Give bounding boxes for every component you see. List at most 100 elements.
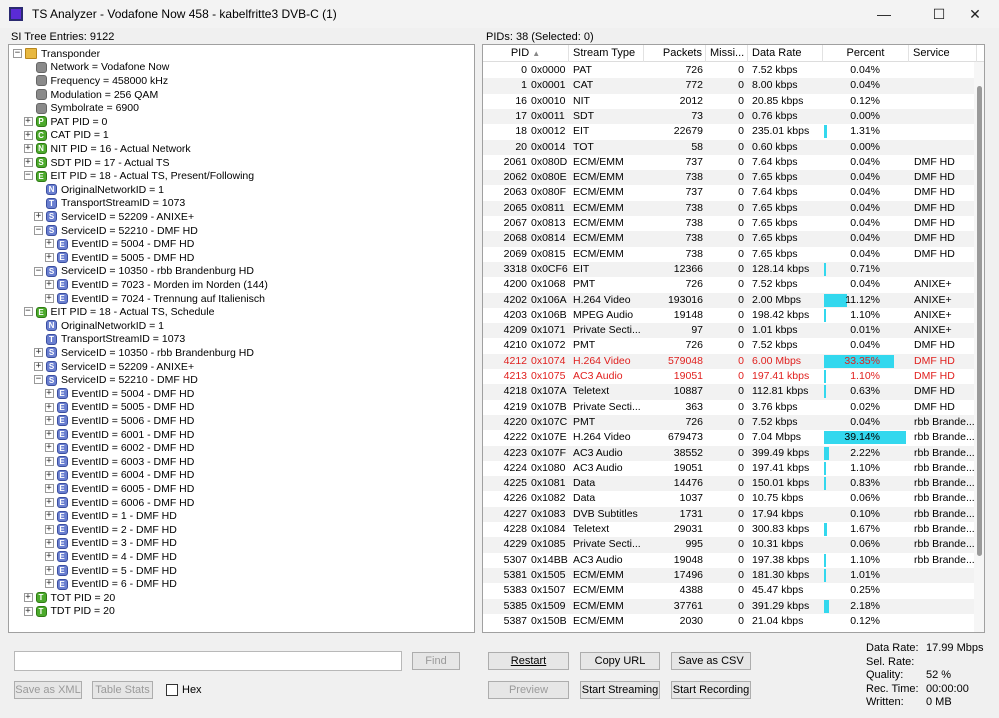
find-button[interactable]: Find xyxy=(412,652,460,670)
collapse-icon[interactable]: − xyxy=(34,225,43,235)
tree-node[interactable]: + E EventID = 1 - DMF HD xyxy=(9,509,177,523)
table-row[interactable]: 5387 0x150B ECM/EMM 2030 0 21.04 kbps 0.12% xyxy=(483,614,975,629)
tree-node[interactable]: − S ServiceID = 52210 - DMF HD xyxy=(9,373,198,387)
column-header-pid[interactable]: PID ▲ xyxy=(483,45,569,62)
hex-checkbox[interactable] xyxy=(166,684,178,696)
expand-icon[interactable]: + xyxy=(44,538,54,548)
table-row[interactable]: 4218 0x107A Teletext 10887 0 112.81 kbps 0.63%… xyxy=(483,384,975,400)
close-button[interactable]: ✕ xyxy=(952,0,998,28)
tree-node[interactable]: + C CAT PID = 1 xyxy=(9,129,109,143)
tree-node[interactable]: + E EventID = 6005 - DMF HD xyxy=(9,482,194,496)
tree-node[interactable]: + E EventID = 2 - DMF HD xyxy=(9,523,177,537)
tree-node[interactable]: + S SDT PID = 17 - Actual TS xyxy=(9,156,169,170)
minimize-button[interactable]: — xyxy=(861,0,907,28)
table-row[interactable]: 2065 0x0811 ECM/EMM 738 0 7.65 kbps 0.04% DMF H… xyxy=(483,200,975,216)
pid-table[interactable]: PID ▲ Stream Type Packets Missi... Data … xyxy=(482,44,985,633)
expand-icon[interactable]: + xyxy=(44,429,54,439)
tree-node[interactable]: Modulation = 256 QAM xyxy=(9,88,158,102)
save-as-xml-button[interactable]: Save as XML xyxy=(14,681,82,699)
search-input[interactable] xyxy=(14,651,402,671)
tree-node[interactable]: + E EventID = 7024 - Trennung auf Italieni… xyxy=(9,292,265,306)
tree-node[interactable]: + S ServiceID = 52209 - ANIXE+ xyxy=(9,210,194,224)
start-recording-button[interactable]: Start Recording xyxy=(671,681,751,699)
expand-icon[interactable]: + xyxy=(44,253,54,262)
column-header-stream-type[interactable]: Stream Type xyxy=(569,45,644,62)
tree-node[interactable]: + E EventID = 5005 - DMF HD xyxy=(9,251,194,265)
expand-icon[interactable]: + xyxy=(44,280,54,290)
table-row[interactable]: 1 0x0001 CAT 772 0 8.00 kbps 0.04% xyxy=(483,78,975,94)
table-row[interactable]: 5307 0x14BB AC3 Audio 19048 0 197.38 kbps 1.10… xyxy=(483,553,975,568)
pid-table-scrollbar[interactable] xyxy=(974,62,984,632)
table-row[interactable]: 4210 0x1072 PMT 726 0 7.52 kbps 0.04% DMF HD xyxy=(483,338,975,353)
table-row[interactable]: 4200 0x1068 PMT 726 0 7.52 kbps 0.04% ANIXE+ xyxy=(483,277,975,292)
tree-node[interactable]: − Transponder xyxy=(9,47,100,61)
table-row[interactable]: 4228 0x1084 Teletext 29031 0 300.83 kbps 1.67%… xyxy=(483,522,975,537)
expand-icon[interactable]: + xyxy=(44,389,54,398)
tree-node[interactable]: − E EIT PID = 18 - Actual TS, Present/Foll… xyxy=(9,169,254,183)
table-row[interactable]: 2069 0x0815 ECM/EMM 738 0 7.65 kbps 0.04% DMF H… xyxy=(483,247,975,262)
column-header-missing[interactable]: Missi... xyxy=(706,45,748,62)
collapse-icon[interactable]: − xyxy=(23,171,33,181)
expand-icon[interactable]: + xyxy=(23,144,33,154)
collapse-icon[interactable]: − xyxy=(13,49,22,58)
expand-icon[interactable]: + xyxy=(44,552,54,562)
column-header-data-rate[interactable]: Data Rate xyxy=(748,45,823,62)
tree-node[interactable]: T TransportStreamID = 1073 xyxy=(9,333,185,347)
expand-icon[interactable]: + xyxy=(23,157,33,167)
tree-node[interactable]: + E EventID = 5004 - DMF HD xyxy=(9,237,194,251)
si-tree[interactable]: − Transponder Network = Vodafone Now Freque… xyxy=(8,44,475,633)
tree-node[interactable]: N OriginalNetworkID = 1 xyxy=(9,319,164,333)
expand-icon[interactable]: + xyxy=(23,606,33,616)
table-row[interactable]: 4220 0x107C PMT 726 0 7.52 kbps 0.04% rbb Brand… xyxy=(483,414,975,431)
expand-icon[interactable]: + xyxy=(44,484,54,494)
table-row[interactable]: 17 0x0011 SDT 73 0 0.76 kbps 0.00% xyxy=(483,108,975,125)
table-row[interactable]: 4229 0x1085 Private Secti... 995 0 10.31 kbps… xyxy=(483,537,975,553)
table-row[interactable]: 2061 0x080D ECM/EMM 737 0 7.64 kbps 0.04% DMF H… xyxy=(483,155,975,170)
expand-icon[interactable]: + xyxy=(44,239,54,249)
table-row[interactable]: 4219 0x107B Private Secti... 363 0 3.76 kbps 0… xyxy=(483,400,975,415)
tree-node[interactable]: − S ServiceID = 52210 - DMF HD xyxy=(9,224,198,238)
expand-icon[interactable]: + xyxy=(44,579,54,589)
table-row[interactable]: 4223 0x107F AC3 Audio 38552 0 399.49 kbps 2.22… xyxy=(483,445,975,461)
tree-node[interactable]: + T TOT PID = 20 xyxy=(9,591,115,605)
tree-node[interactable]: T TransportStreamID = 1073 xyxy=(9,197,185,211)
expand-icon[interactable]: + xyxy=(44,497,54,507)
table-row[interactable]: 4222 0x107E H.264 Video 679473 0 7.04 Mbps 39.… xyxy=(483,430,975,445)
column-header-percent[interactable]: Percent xyxy=(823,45,909,62)
column-header-service[interactable]: Service xyxy=(909,45,977,62)
tree-node[interactable]: + E EventID = 6002 - DMF HD xyxy=(9,441,194,455)
table-row[interactable]: 2062 0x080E ECM/EMM 738 0 7.65 kbps 0.04% DMF H… xyxy=(483,170,975,186)
tree-node[interactable]: + S ServiceID = 52209 - ANIXE+ xyxy=(9,360,194,374)
expand-icon[interactable]: + xyxy=(23,117,33,126)
tree-node[interactable]: + S ServiceID = 10350 - rbb Brandenburg HD xyxy=(9,346,254,360)
collapse-icon[interactable]: − xyxy=(34,266,43,276)
tree-node[interactable]: + E EventID = 6003 - DMF HD xyxy=(9,455,194,469)
table-row[interactable]: 4202 0x106A H.264 Video 193016 0 2.00 Mbps 11.… xyxy=(483,292,975,308)
expand-icon[interactable]: + xyxy=(44,470,54,480)
tree-node[interactable]: + E EventID = 6004 - DMF HD xyxy=(9,469,194,483)
expand-icon[interactable]: + xyxy=(34,212,43,222)
table-row[interactable]: 5381 0x1505 ECM/EMM 17496 0 181.30 kbps 1.01% xyxy=(483,567,975,584)
tree-node[interactable]: N OriginalNetworkID = 1 xyxy=(9,183,164,197)
column-header-packets[interactable]: Packets xyxy=(644,45,706,62)
restart-button[interactable]: Restart xyxy=(488,652,569,670)
scrollbar-thumb[interactable] xyxy=(977,86,982,556)
tree-node[interactable]: + N NIT PID = 16 - Actual Network xyxy=(9,142,191,156)
expand-icon[interactable]: + xyxy=(44,457,54,466)
table-stats-button[interactable]: Table Stats xyxy=(92,681,153,699)
table-row[interactable]: 4203 0x106B MPEG Audio 19148 0 198.42 kbps 1.1… xyxy=(483,308,975,323)
table-row[interactable]: 20 0x0014 TOT 58 0 0.60 kbps 0.00% xyxy=(483,139,975,155)
table-row[interactable]: 5385 0x1509 ECM/EMM 37761 0 391.29 kbps 2.18% xyxy=(483,598,975,614)
collapse-icon[interactable]: − xyxy=(34,375,43,385)
tree-node[interactable]: + P PAT PID = 0 xyxy=(9,115,107,129)
tree-node[interactable]: + E EventID = 5005 - DMF HD xyxy=(9,401,194,415)
expand-icon[interactable]: + xyxy=(34,348,43,358)
copy-url-button[interactable]: Copy URL xyxy=(580,652,660,670)
preview-button[interactable]: Preview xyxy=(488,681,569,699)
table-row[interactable]: 2068 0x0814 ECM/EMM 738 0 7.65 kbps 0.04% DMF H… xyxy=(483,231,975,247)
table-row[interactable]: 2063 0x080F ECM/EMM 737 0 7.64 kbps 0.04% DMF H… xyxy=(483,185,975,200)
expand-icon[interactable]: + xyxy=(44,402,54,412)
table-row[interactable]: 16 0x0010 NIT 2012 0 20.85 kbps 0.12% xyxy=(483,94,975,109)
expand-icon[interactable]: + xyxy=(44,511,54,521)
tree-node[interactable]: + E EventID = 5 - DMF HD xyxy=(9,564,177,578)
